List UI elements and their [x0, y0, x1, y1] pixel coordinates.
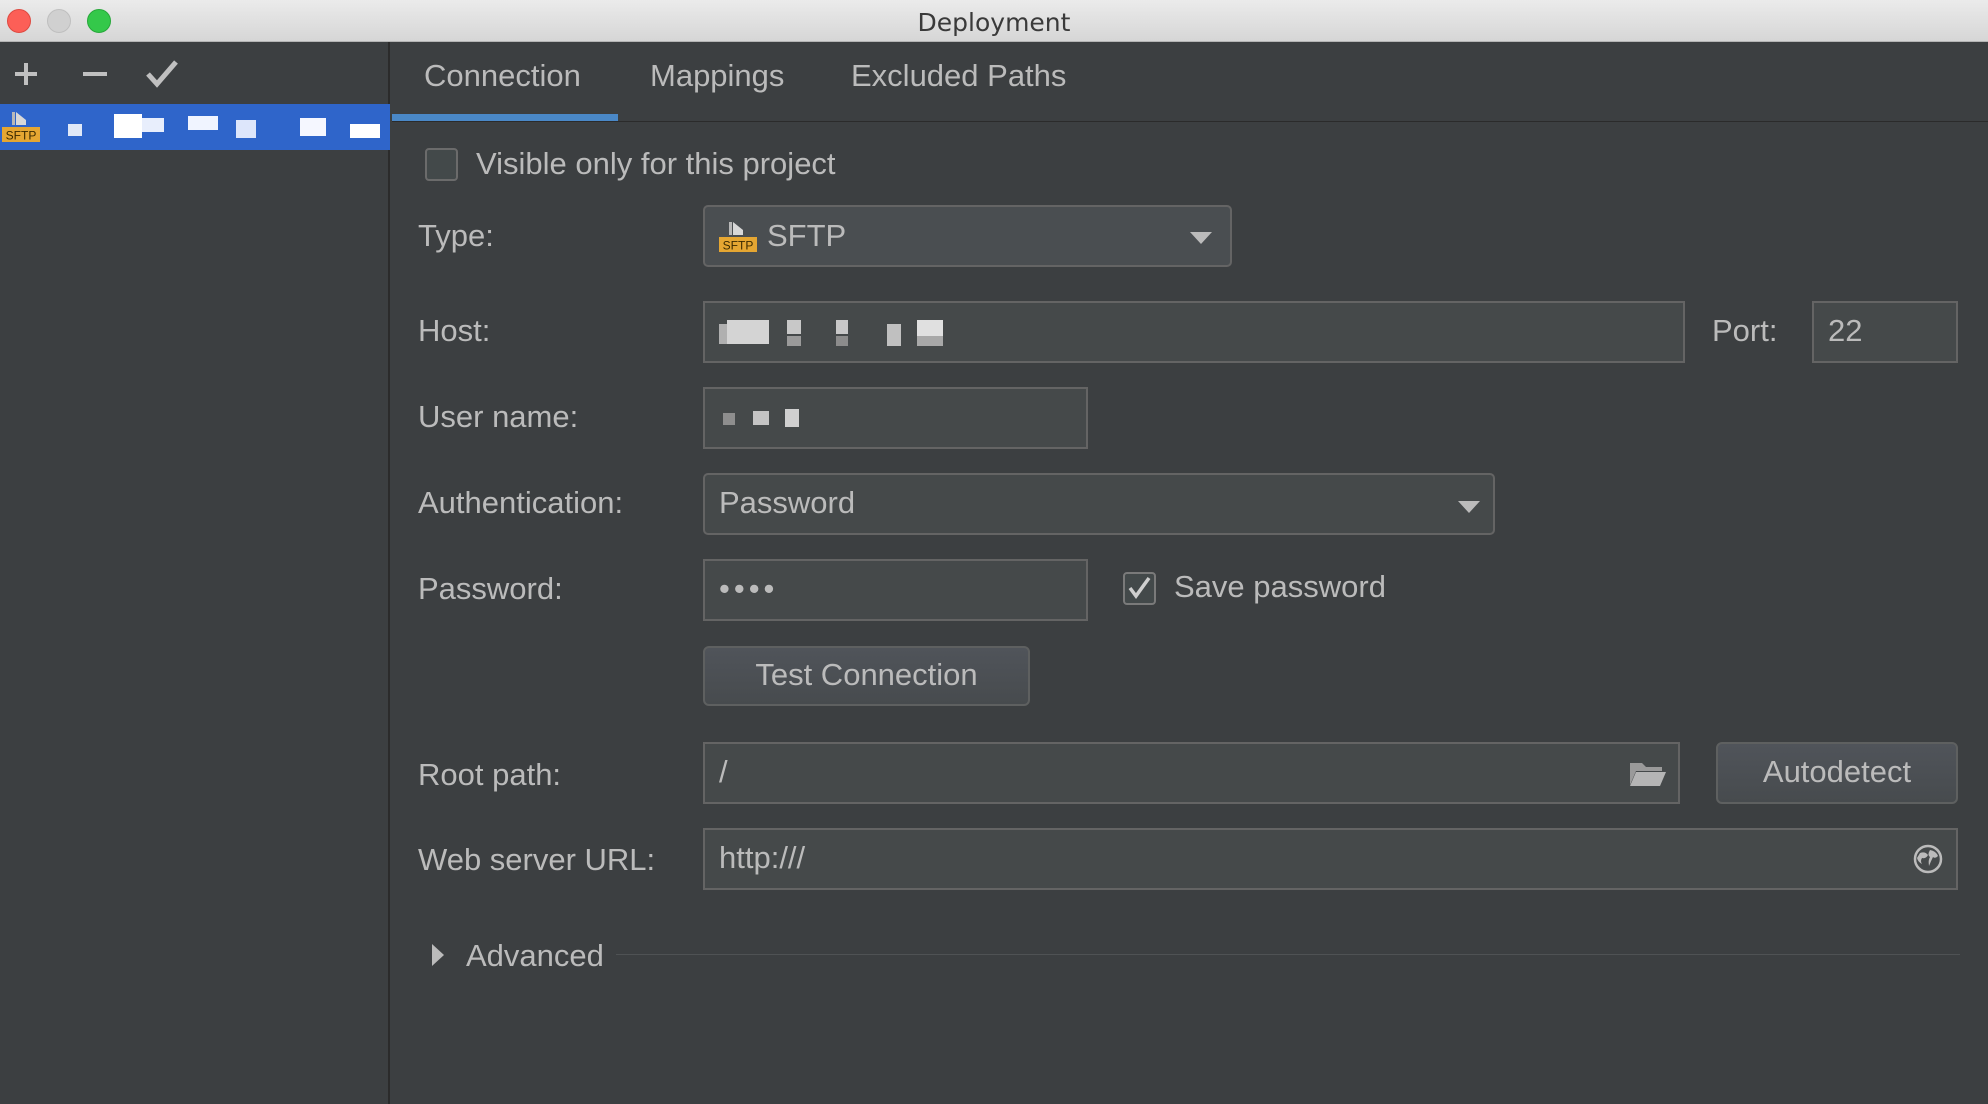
visible-only-checkbox[interactable]	[425, 148, 458, 181]
autodetect-button[interactable]: Autodetect	[1716, 742, 1958, 804]
root-path-value: /	[719, 754, 728, 789]
host-value-redacted	[719, 320, 943, 346]
type-dropdown[interactable]: SFTP SFTP	[703, 205, 1232, 267]
server-list-pane: SFTP	[0, 42, 390, 1104]
plus-icon	[15, 63, 37, 85]
server-name-redacted	[68, 114, 380, 138]
authentication-label: Authentication:	[418, 485, 624, 520]
tab-excluded-paths[interactable]: Excluded Paths	[851, 58, 1066, 94]
sftp-type-badge-text: SFTP	[723, 239, 754, 253]
window-title: Deployment	[917, 8, 1071, 37]
password-input[interactable]: ••••	[703, 559, 1088, 621]
expand-triangle-icon[interactable]	[432, 944, 444, 966]
sftp-server-icon: SFTP	[2, 112, 40, 143]
advanced-separator	[616, 954, 1960, 955]
set-default-server-button[interactable]	[140, 52, 184, 96]
chevron-down-icon	[1458, 501, 1480, 513]
port-input[interactable]: 22	[1812, 301, 1958, 363]
sftp-badge-text: SFTP	[6, 129, 37, 143]
checkmark-icon	[1128, 576, 1151, 599]
server-list-item[interactable]: SFTP	[0, 104, 390, 150]
title-bar: Deployment	[0, 0, 1988, 42]
folder-icon[interactable]	[1628, 759, 1668, 789]
save-password-label: Save password	[1174, 569, 1386, 604]
type-value: SFTP	[767, 218, 847, 253]
save-password-checkbox[interactable]	[1123, 572, 1156, 605]
chevron-down-icon	[1190, 232, 1212, 244]
sftp-type-icon: SFTP	[719, 222, 757, 253]
username-value-redacted	[723, 409, 799, 427]
web-server-url-label: Web server URL:	[418, 842, 656, 877]
root-path-input[interactable]: /	[703, 742, 1680, 804]
visible-only-label: Visible only for this project	[476, 146, 836, 181]
active-tab-indicator	[392, 114, 618, 121]
web-server-url-input[interactable]: http:///	[703, 828, 1958, 890]
root-path-label: Root path:	[418, 757, 562, 792]
test-connection-button[interactable]: Test Connection	[703, 646, 1030, 706]
username-label: User name:	[418, 399, 579, 434]
tab-bar: Connection Mappings Excluded Paths	[392, 42, 1988, 122]
authentication-value: Password	[719, 485, 856, 520]
tab-connection[interactable]: Connection	[424, 58, 581, 94]
port-label: Port:	[1712, 313, 1778, 348]
password-label: Password:	[418, 571, 563, 606]
checkmark-icon	[146, 60, 178, 88]
minus-icon	[83, 72, 107, 76]
advanced-toggle[interactable]: Advanced	[466, 938, 604, 974]
remove-server-button[interactable]	[72, 52, 116, 96]
username-input[interactable]	[703, 387, 1088, 449]
web-server-url-value: http:///	[719, 840, 806, 875]
globe-icon[interactable]	[1913, 844, 1943, 874]
add-server-button[interactable]	[4, 52, 48, 96]
authentication-dropdown[interactable]: Password	[703, 473, 1495, 535]
host-input[interactable]	[703, 301, 1685, 363]
type-label: Type:	[418, 218, 494, 253]
tab-mappings[interactable]: Mappings	[650, 58, 784, 94]
host-label: Host:	[418, 313, 491, 348]
